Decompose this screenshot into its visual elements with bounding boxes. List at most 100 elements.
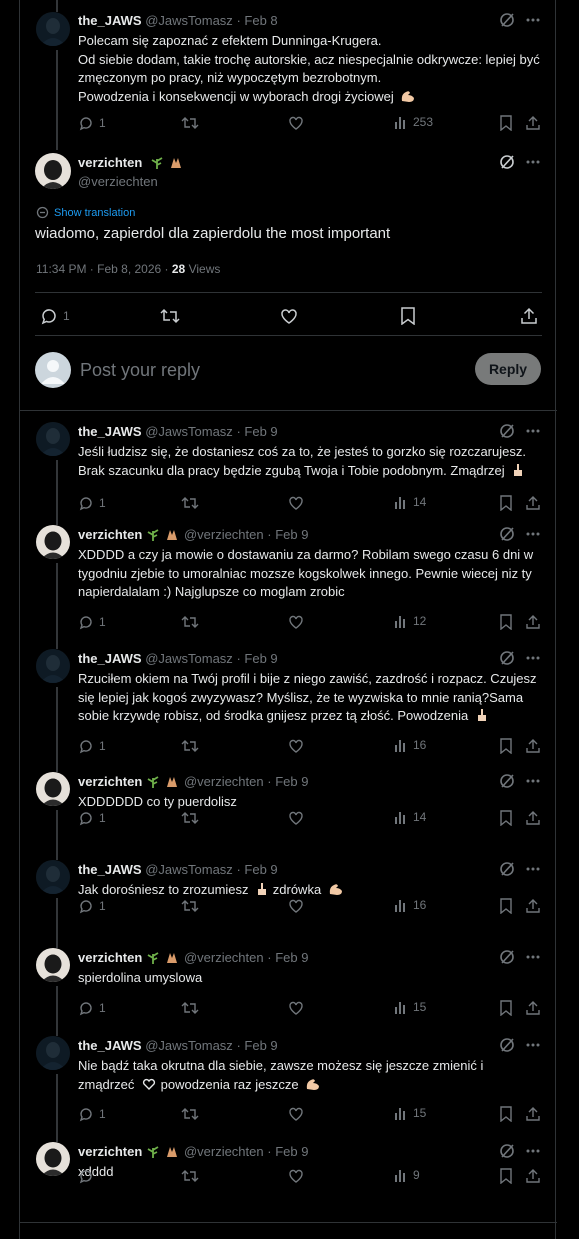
share-action[interactable] — [525, 495, 541, 511]
repost-action[interactable] — [181, 738, 199, 754]
repost-action[interactable] — [181, 1000, 199, 1016]
post-date[interactable]: Feb 9 — [275, 1144, 308, 1159]
grok-icon[interactable] — [499, 1037, 515, 1053]
repost-action[interactable] — [181, 614, 199, 630]
avatar[interactable] — [36, 1142, 70, 1176]
author-name[interactable]: verzichten — [78, 1144, 142, 1159]
reply-action[interactable] — [78, 1168, 99, 1184]
author-handle[interactable]: @verziechten — [184, 950, 264, 965]
share-action[interactable] — [525, 898, 541, 914]
reply-action[interactable]: 1 — [40, 307, 70, 325]
bookmark-action[interactable] — [499, 810, 513, 826]
more-options-icon[interactable] — [525, 861, 541, 877]
show-translation-link[interactable]: Show translation — [36, 206, 135, 219]
repost-action[interactable] — [181, 810, 199, 826]
repost-action[interactable] — [181, 495, 199, 511]
author-name[interactable]: verzichten — [78, 155, 142, 170]
like-action[interactable] — [288, 898, 304, 914]
reply-action[interactable]: 1 — [78, 810, 106, 826]
post-date[interactable]: Feb 9 — [275, 774, 308, 789]
share-action[interactable] — [525, 1106, 541, 1122]
avatar[interactable] — [36, 1036, 70, 1070]
avatar[interactable] — [36, 649, 70, 683]
like-action[interactable] — [288, 810, 304, 826]
grok-icon[interactable] — [499, 861, 515, 877]
reply-action[interactable]: 1 — [78, 115, 106, 131]
repost-action[interactable] — [160, 307, 180, 325]
author-name[interactable]: the_JAWS — [78, 651, 142, 666]
reply-input[interactable] — [80, 359, 460, 381]
views-action[interactable]: 15 — [394, 1000, 426, 1014]
author-name[interactable]: the_JAWS — [78, 13, 142, 28]
author-handle[interactable]: @verziechten — [184, 527, 264, 542]
bookmark-action[interactable] — [499, 1106, 513, 1122]
reply-post[interactable]: verzichten @verziechten · Feb 9 XDDDDDD … — [20, 760, 557, 848]
share-action[interactable] — [520, 307, 538, 325]
views-action[interactable]: 14 — [394, 810, 426, 824]
grok-icon[interactable] — [499, 526, 515, 542]
reply-post[interactable]: verzichten @verziechten · Feb 9 spierdol… — [20, 936, 557, 1024]
more-options-icon[interactable] — [525, 949, 541, 965]
reply-action[interactable]: 1 — [78, 1106, 106, 1122]
post-date[interactable]: Feb 8 — [244, 13, 277, 28]
post-date[interactable]: Feb 9 — [275, 950, 308, 965]
like-action[interactable] — [288, 614, 304, 630]
reply-action[interactable]: 1 — [78, 1000, 106, 1016]
reply-post[interactable]: verzichten @verziechten · Feb 9 XDDDD a … — [20, 513, 557, 637]
reply-action[interactable]: 1 — [78, 614, 106, 630]
avatar[interactable] — [36, 860, 70, 894]
author-name[interactable]: the_JAWS — [78, 424, 142, 439]
bookmark-action[interactable] — [499, 115, 513, 131]
grok-icon[interactable] — [499, 1143, 515, 1159]
views-action[interactable]: 12 — [394, 614, 426, 628]
more-options-icon[interactable] — [525, 1143, 541, 1159]
avatar[interactable] — [36, 12, 70, 46]
grok-icon[interactable] — [499, 773, 515, 789]
grok-icon[interactable] — [499, 423, 515, 439]
author-handle[interactable]: @verziechten — [78, 174, 158, 190]
like-action[interactable] — [288, 115, 304, 131]
bookmark-action[interactable] — [499, 614, 513, 630]
like-action[interactable] — [288, 1000, 304, 1016]
like-action[interactable] — [288, 1106, 304, 1122]
avatar[interactable] — [36, 525, 70, 559]
share-action[interactable] — [525, 115, 541, 131]
bookmark-action[interactable] — [499, 898, 513, 914]
more-options-icon[interactable] — [525, 12, 541, 28]
author-handle[interactable]: @verziechten — [184, 1144, 264, 1159]
views-action[interactable]: 14 — [394, 495, 426, 509]
author-name[interactable]: verzichten — [78, 527, 142, 542]
avatar[interactable] — [36, 422, 70, 456]
like-action[interactable] — [288, 1168, 304, 1184]
more-options-icon[interactable] — [525, 1037, 541, 1053]
grok-icon[interactable] — [499, 949, 515, 965]
reply-action[interactable]: 1 — [78, 898, 106, 914]
repost-action[interactable] — [181, 898, 199, 914]
author-handle[interactable]: @JawsTomasz — [145, 1038, 233, 1053]
author-name[interactable]: the_JAWS — [78, 1038, 142, 1053]
share-action[interactable] — [525, 614, 541, 630]
reply-action[interactable]: 1 — [78, 738, 106, 754]
more-options-icon[interactable] — [525, 773, 541, 789]
post-date[interactable]: Feb 9 — [244, 862, 277, 877]
author-handle[interactable]: @JawsTomasz — [145, 13, 233, 28]
reply-post[interactable]: the_JAWS @JawsTomasz · Feb 9 Rzuciłem ok… — [20, 637, 557, 760]
more-options-icon[interactable] — [525, 423, 541, 439]
more-options-icon[interactable] — [525, 154, 541, 170]
bookmark-action[interactable] — [499, 1000, 513, 1016]
share-action[interactable] — [525, 810, 541, 826]
share-action[interactable] — [525, 738, 541, 754]
share-action[interactable] — [525, 1000, 541, 1016]
grok-icon[interactable] — [499, 650, 515, 666]
views-action[interactable]: 16 — [394, 738, 426, 752]
author-handle[interactable]: @JawsTomasz — [145, 424, 233, 439]
repost-action[interactable] — [181, 1168, 199, 1184]
avatar[interactable] — [36, 948, 70, 982]
like-action[interactable] — [288, 495, 304, 511]
views-action[interactable]: 9 — [394, 1168, 420, 1182]
author-name[interactable]: the_JAWS — [78, 862, 142, 877]
bookmark-action[interactable] — [499, 495, 513, 511]
avatar[interactable] — [35, 153, 71, 189]
post-date[interactable]: Feb 9 — [275, 527, 308, 542]
like-action[interactable] — [280, 307, 298, 325]
